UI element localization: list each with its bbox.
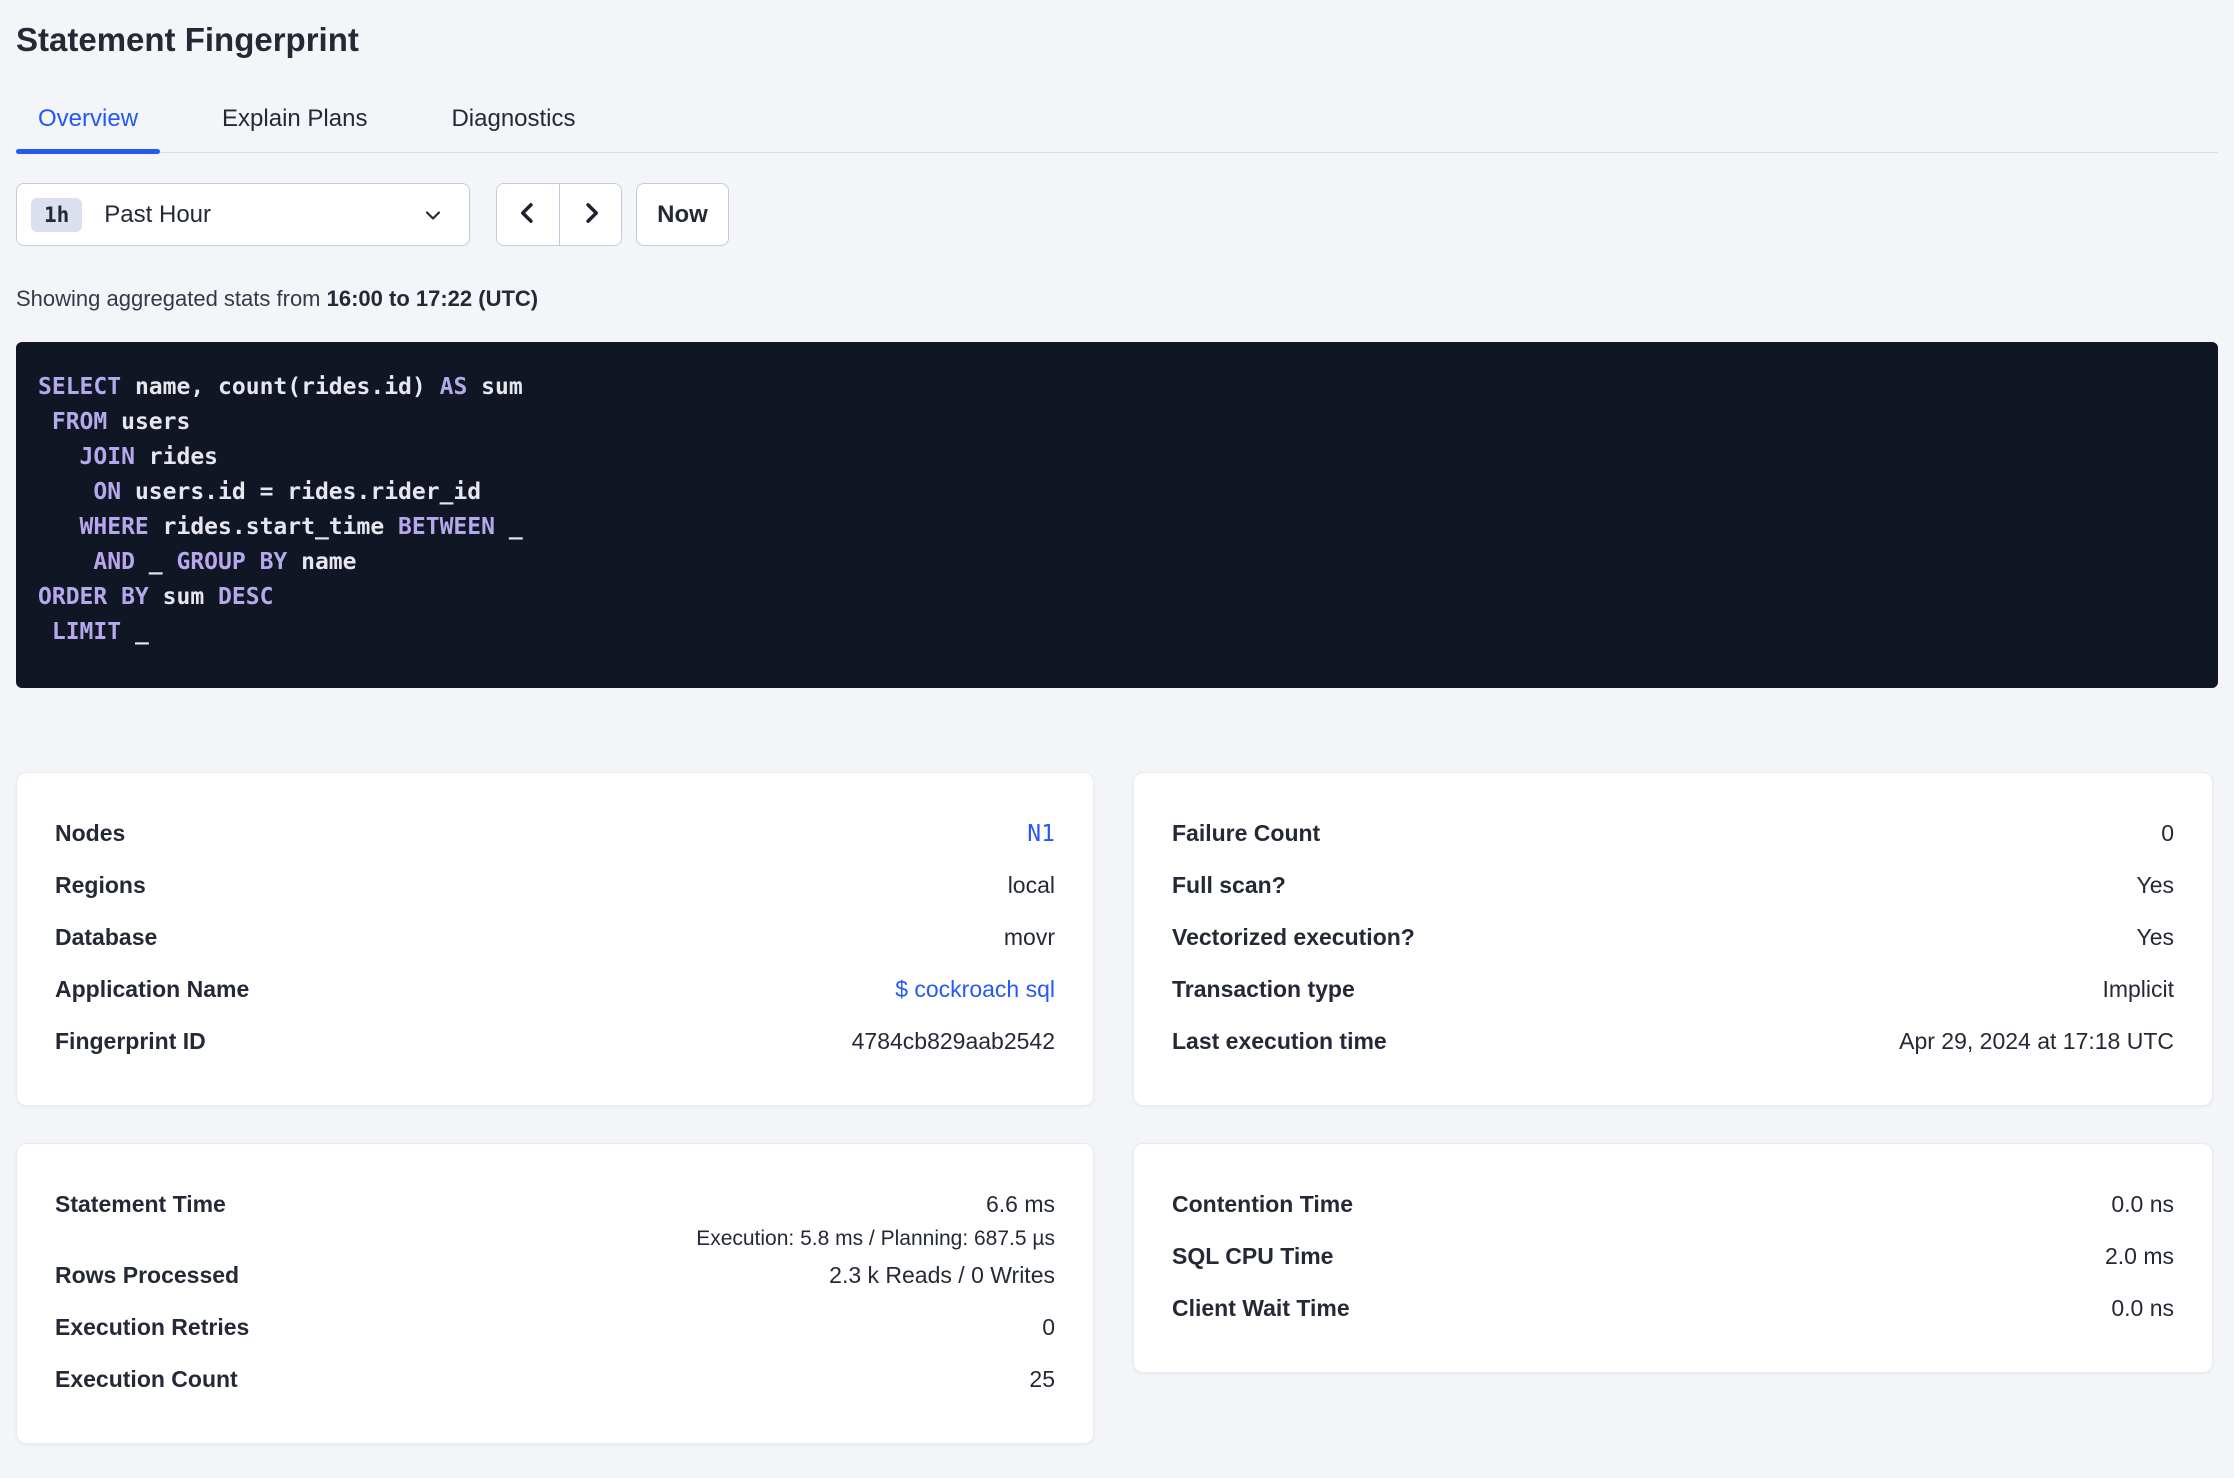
time-range-badge: 1h	[31, 197, 83, 232]
sql-statement-box: SELECT name, count(rides.id) AS sum FROM…	[16, 342, 2218, 688]
sql-line-6: AND _ GROUP BY name	[93, 549, 357, 575]
card-row-vectorized-execution: Vectorized execution? Yes	[1172, 913, 2174, 965]
card-row-client-wait-time: Client Wait Time 0.0 ns	[1172, 1284, 2174, 1336]
chevron-down-icon	[421, 203, 445, 227]
row-value: 2.3 k Reads / 0 Writes	[829, 1262, 1055, 1288]
sql-line-3: JOIN rides	[79, 444, 219, 470]
row-label: Failure Count	[1172, 820, 1321, 846]
row-label: Client Wait Time	[1172, 1295, 1350, 1321]
card-row-full-scan: Full scan? Yes	[1172, 861, 2174, 913]
card-row-rows-processed: Rows Processed 2.3 k Reads / 0 Writes	[55, 1251, 1055, 1303]
sql-line-8: LIMIT _	[51, 619, 149, 645]
row-label: Regions	[55, 872, 146, 898]
card-row-execution-count: Execution Count 25	[55, 1355, 1055, 1407]
tab-diagnostics[interactable]: Diagnostics	[429, 90, 597, 152]
card-row-database: Database movr	[55, 913, 1055, 965]
row-value[interactable]: N1	[1027, 821, 1055, 847]
row-label: Last execution time	[1172, 1028, 1387, 1054]
card-row-failure-count: Failure Count 0	[1172, 809, 2174, 861]
row-value: movr	[1003, 924, 1055, 950]
sql-line-5: WHERE rides.start_time BETWEEN _	[79, 514, 523, 540]
chevron-right-icon	[577, 199, 605, 230]
time-controls: 1h Past Hour Now	[16, 183, 2218, 246]
chevron-left-icon	[514, 199, 542, 230]
row-value: 4784cb829aab2542	[851, 1028, 1055, 1054]
statement-details-card: Nodes N1 Regions local Database movr Applicati…	[16, 772, 1094, 1106]
card-row-transaction-type: Transaction type Implicit	[1172, 965, 2174, 1017]
row-value: 0	[1042, 1314, 1055, 1340]
sql-line-2: FROM users	[51, 409, 191, 435]
card-row-execution-retries: Execution Retries 0	[55, 1303, 1055, 1355]
card-row-fingerprint-id: Fingerprint ID 4784cb829aab2542	[55, 1017, 1055, 1069]
row-value: 6.6 ms	[985, 1191, 1055, 1217]
row-label: Fingerprint ID	[55, 1028, 206, 1054]
card-row-regions: Regions local	[55, 861, 1055, 913]
card-row-statement-time: Statement Time 6.6 ms Execution: 5.8 ms / …	[55, 1180, 1055, 1251]
row-value[interactable]: $ cockroach sql	[895, 976, 1055, 1002]
row-value: local	[1007, 872, 1055, 898]
row-value: 0.0 ns	[2111, 1295, 2174, 1321]
row-value: 0	[2161, 820, 2174, 846]
card-row-sql-cpu-time: SQL CPU Time 2.0 ms	[1172, 1232, 2174, 1284]
previous-range-button[interactable]	[497, 184, 559, 245]
aggregated-stats-note: Showing aggregated stats from 16:00 to 1…	[16, 286, 2218, 312]
stats-cards-row: Statement Time 6.6 ms Execution: 5.8 ms / …	[16, 1143, 2218, 1444]
page-title: Statement Fingerprint	[16, 21, 359, 58]
card-row-last-execution-time: Last execution time Apr 29, 2024 at 17:18…	[1172, 1017, 2174, 1069]
time-range-select[interactable]: 1h Past Hour	[16, 183, 470, 246]
row-value: Apr 29, 2024 at 17:18 UTC	[1899, 1028, 2174, 1054]
row-label: Application Name	[55, 976, 250, 1002]
row-label: Rows Processed	[55, 1262, 240, 1288]
row-label: Execution Retries	[55, 1314, 250, 1340]
sql-line-4: ON users.id = rides.rider_id	[93, 479, 482, 505]
statement-stats-card: Statement Time 6.6 ms Execution: 5.8 ms / …	[16, 1143, 1094, 1444]
row-label: Full scan?	[1172, 872, 1286, 898]
card-row-nodes: Nodes N1	[55, 809, 1055, 861]
tab-bar: Overview Explain Plans Diagnostics	[16, 90, 2218, 154]
tab-overview[interactable]: Overview	[16, 90, 161, 154]
row-label: Nodes	[55, 820, 126, 846]
row-subvalue: Execution: 5.8 ms / Planning: 687.5 µs	[696, 1227, 1055, 1250]
statement-fingerprint-page: Statement Fingerprint Overview Explain Pl…	[0, 20, 2234, 1444]
aggregated-stats-note-range: 16:00 to 17:22 (UTC)	[326, 286, 539, 311]
details-cards-row: Nodes N1 Regions local Database movr Applicati…	[16, 772, 2218, 1106]
row-label: SQL CPU Time	[1172, 1243, 1334, 1269]
row-label: Vectorized execution?	[1172, 924, 1415, 950]
aggregated-stats-note-prefix: Showing aggregated stats from	[16, 286, 327, 311]
row-label: Execution Count	[55, 1366, 238, 1392]
row-value: Yes	[2136, 924, 2174, 950]
row-value: Yes	[2136, 872, 2174, 898]
row-label: Transaction type	[1172, 976, 1355, 1002]
row-value: 2.0 ms	[2104, 1243, 2174, 1269]
row-value: 25	[1029, 1366, 1055, 1392]
card-row-application-name: Application Name $ cockroach sql	[55, 965, 1055, 1017]
time-range-label: Past Hour	[104, 200, 212, 228]
execution-attributes-card: Failure Count 0 Full scan? Yes Vectorized ex…	[1133, 772, 2213, 1106]
row-value: 0.0 ns	[2111, 1191, 2174, 1217]
tab-explain-plans[interactable]: Explain Plans	[200, 90, 389, 152]
card-row-contention-time: Contention Time 0.0 ns	[1172, 1180, 2174, 1232]
now-button[interactable]: Now	[636, 183, 729, 246]
row-label: Database	[55, 924, 158, 950]
row-value: Implicit	[2102, 976, 2174, 1002]
sql-line-7: ORDER BY sum DESC	[38, 584, 274, 610]
time-nav-group	[496, 183, 622, 246]
next-range-button[interactable]	[559, 184, 621, 245]
row-label: Statement Time	[55, 1191, 226, 1217]
sql-line-1: SELECT name, count(rides.id) AS sum	[38, 374, 523, 400]
time-stats-card: Contention Time 0.0 ns SQL CPU Time 2.0 ms C…	[1133, 1143, 2213, 1373]
row-label: Contention Time	[1172, 1191, 1354, 1217]
